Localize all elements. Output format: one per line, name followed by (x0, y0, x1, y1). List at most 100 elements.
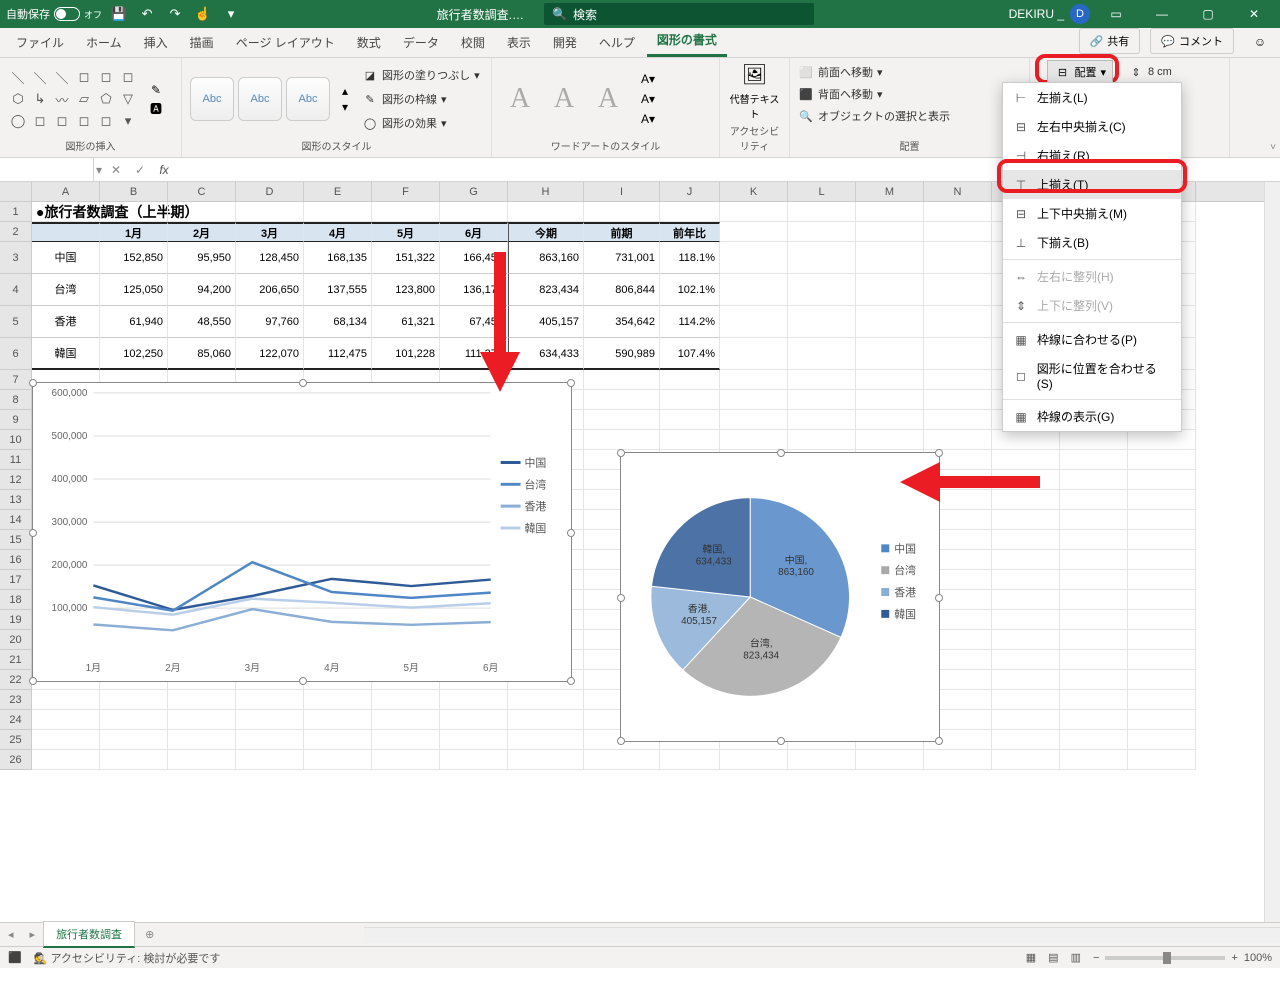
bring-forward-button[interactable]: ⬜前面へ移動 ▾ (798, 62, 883, 82)
snap-to-shape[interactable]: ◻図形に位置を合わせる(S) (1003, 354, 1181, 397)
row-header[interactable]: 25 (0, 730, 32, 750)
sheet-nav-next-icon[interactable]: ▸ (22, 928, 44, 941)
minimize-icon[interactable]: — (1142, 0, 1182, 28)
tab-help[interactable]: ヘルプ (589, 28, 645, 57)
col-header[interactable]: I (584, 182, 660, 201)
row-header[interactable]: 1 (0, 202, 32, 222)
save-icon[interactable]: 💾 (108, 3, 130, 25)
row-header[interactable]: 24 (0, 710, 32, 730)
shape-style-1[interactable]: Abc (190, 77, 234, 121)
row-header[interactable]: 17 (0, 570, 32, 590)
row-header[interactable]: 6 (0, 338, 32, 370)
tab-view[interactable]: 表示 (497, 28, 541, 57)
tab-insert[interactable]: 挿入 (134, 28, 178, 57)
tab-review[interactable]: 校閲 (451, 28, 495, 57)
shape-style-3[interactable]: Abc (286, 77, 330, 121)
pie-chart[interactable]: 中国,863,160台湾,823,434香港,405,157韓国,634,433… (620, 452, 940, 742)
shape-effects-button[interactable]: ◯図形の効果 ▾ (362, 113, 480, 133)
tab-data[interactable]: データ (393, 28, 449, 57)
maximize-icon[interactable]: ▢ (1188, 0, 1228, 28)
align-button[interactable]: ⊟配置 ▾ (1047, 60, 1113, 84)
share-button[interactable]: 🔗 共有 (1079, 28, 1141, 54)
align-center-h[interactable]: ⊟左右中央揃え(C) (1003, 112, 1181, 141)
col-header[interactable]: L (788, 182, 856, 201)
col-header[interactable]: D (236, 182, 304, 201)
row-header[interactable]: 3 (0, 242, 32, 274)
shape-gallery[interactable]: ＼＼＼◻◻◻ ⬡↳〰▱⬠▽ ◯◻◻◻◻▾ (8, 67, 138, 131)
align-middle-v[interactable]: ⊟上下中央揃え(M) (1003, 199, 1181, 228)
select-all-corner[interactable] (0, 182, 32, 202)
row-header[interactable]: 21 (0, 650, 32, 670)
height-input[interactable]: ⇕8 cm (1128, 62, 1172, 82)
send-backward-button[interactable]: ⬛背面へ移動 ▾ (798, 84, 883, 104)
search-box[interactable]: 🔍 検索 (544, 3, 814, 25)
row-header[interactable]: 13 (0, 490, 32, 510)
row-header[interactable]: 9 (0, 410, 32, 430)
record-macro-icon[interactable]: ⬛ (8, 951, 22, 964)
align-top[interactable]: ⊤上揃え(T) (1003, 170, 1181, 199)
enter-formula-icon[interactable]: ✓ (128, 158, 152, 181)
tab-shape-format[interactable]: 図形の書式 (647, 25, 727, 57)
line-chart[interactable]: 100,000200,000300,000400,000500,000600,0… (32, 382, 572, 682)
align-right[interactable]: ⊣右揃え(R) (1003, 141, 1181, 170)
row-header[interactable]: 10 (0, 430, 32, 450)
align-bottom[interactable]: ⊥下揃え(B) (1003, 228, 1181, 257)
page-break-view-icon[interactable]: ▥ (1071, 951, 1081, 964)
accessibility-status[interactable]: 🕵 アクセシビリティ: 検討が必要です (34, 950, 221, 966)
vertical-scrollbar[interactable] (1264, 182, 1280, 922)
view-gridlines[interactable]: ▦枠線の表示(G) (1003, 402, 1181, 431)
col-header[interactable]: J (660, 182, 720, 201)
shape-fill-button[interactable]: ◪図形の塗りつぶし ▾ (362, 65, 480, 85)
qat-more-icon[interactable]: ▾ (220, 3, 242, 25)
tab-formulas[interactable]: 数式 (347, 28, 391, 57)
row-header[interactable]: 4 (0, 274, 32, 306)
row-header[interactable]: 7 (0, 370, 32, 390)
row-header[interactable]: 12 (0, 470, 32, 490)
redo-icon[interactable]: ↷ (164, 3, 186, 25)
tab-home[interactable]: ホーム (76, 28, 132, 57)
wordart-style-1[interactable]: A (500, 74, 540, 124)
feedback-icon[interactable]: ☺ (1248, 30, 1272, 54)
ribbon-display-icon[interactable]: ▭ (1096, 0, 1136, 28)
row-header[interactable]: 20 (0, 630, 32, 650)
col-header[interactable]: G (440, 182, 508, 201)
text-effects-icon[interactable]: A▾ (640, 111, 656, 127)
tab-developer[interactable]: 開発 (543, 28, 587, 57)
col-header[interactable]: F (372, 182, 440, 201)
col-header[interactable]: N (924, 182, 992, 201)
page-layout-view-icon[interactable]: ▤ (1048, 951, 1058, 964)
close-icon[interactable]: ✕ (1234, 0, 1274, 28)
col-header[interactable]: K (720, 182, 788, 201)
text-box-icon[interactable]: 🅰 (148, 100, 164, 116)
undo-icon[interactable]: ↶ (136, 3, 158, 25)
text-outline-icon[interactable]: A▾ (640, 91, 656, 107)
row-header[interactable]: 18 (0, 590, 32, 610)
row-header[interactable]: 26 (0, 750, 32, 770)
shape-style-2[interactable]: Abc (238, 77, 282, 121)
row-header[interactable]: 19 (0, 610, 32, 630)
col-header[interactable]: H (508, 182, 584, 201)
sheet-tab[interactable]: 旅行者数調査 (43, 921, 135, 948)
snap-to-grid[interactable]: ▦枠線に合わせる(P) (1003, 325, 1181, 354)
row-header[interactable]: 5 (0, 306, 32, 338)
col-header[interactable]: M (856, 182, 924, 201)
col-header[interactable]: A (32, 182, 100, 201)
tab-draw[interactable]: 描画 (180, 28, 224, 57)
col-header[interactable]: C (168, 182, 236, 201)
row-header[interactable]: 2 (0, 222, 32, 242)
name-box[interactable] (0, 158, 94, 181)
text-fill-icon[interactable]: A▾ (640, 71, 656, 87)
tab-page-layout[interactable]: ページ レイアウト (226, 28, 345, 57)
align-left[interactable]: ⊢左揃え(L) (1003, 83, 1181, 112)
touch-mode-icon[interactable]: ☝ (192, 3, 214, 25)
row-header[interactable]: 22 (0, 670, 32, 690)
row-header[interactable]: 11 (0, 450, 32, 470)
selection-pane-button[interactable]: 🔍オブジェクトの選択と表示 (798, 106, 950, 126)
col-header[interactable]: E (304, 182, 372, 201)
alt-text-icon[interactable]: 🖼 (742, 62, 767, 87)
zoom-slider[interactable]: −+ 100% (1093, 952, 1272, 964)
autosave-toggle[interactable]: 自動保存 オフ (6, 6, 102, 22)
row-header[interactable]: 23 (0, 690, 32, 710)
row-header[interactable]: 14 (0, 510, 32, 530)
row-header[interactable]: 15 (0, 530, 32, 550)
